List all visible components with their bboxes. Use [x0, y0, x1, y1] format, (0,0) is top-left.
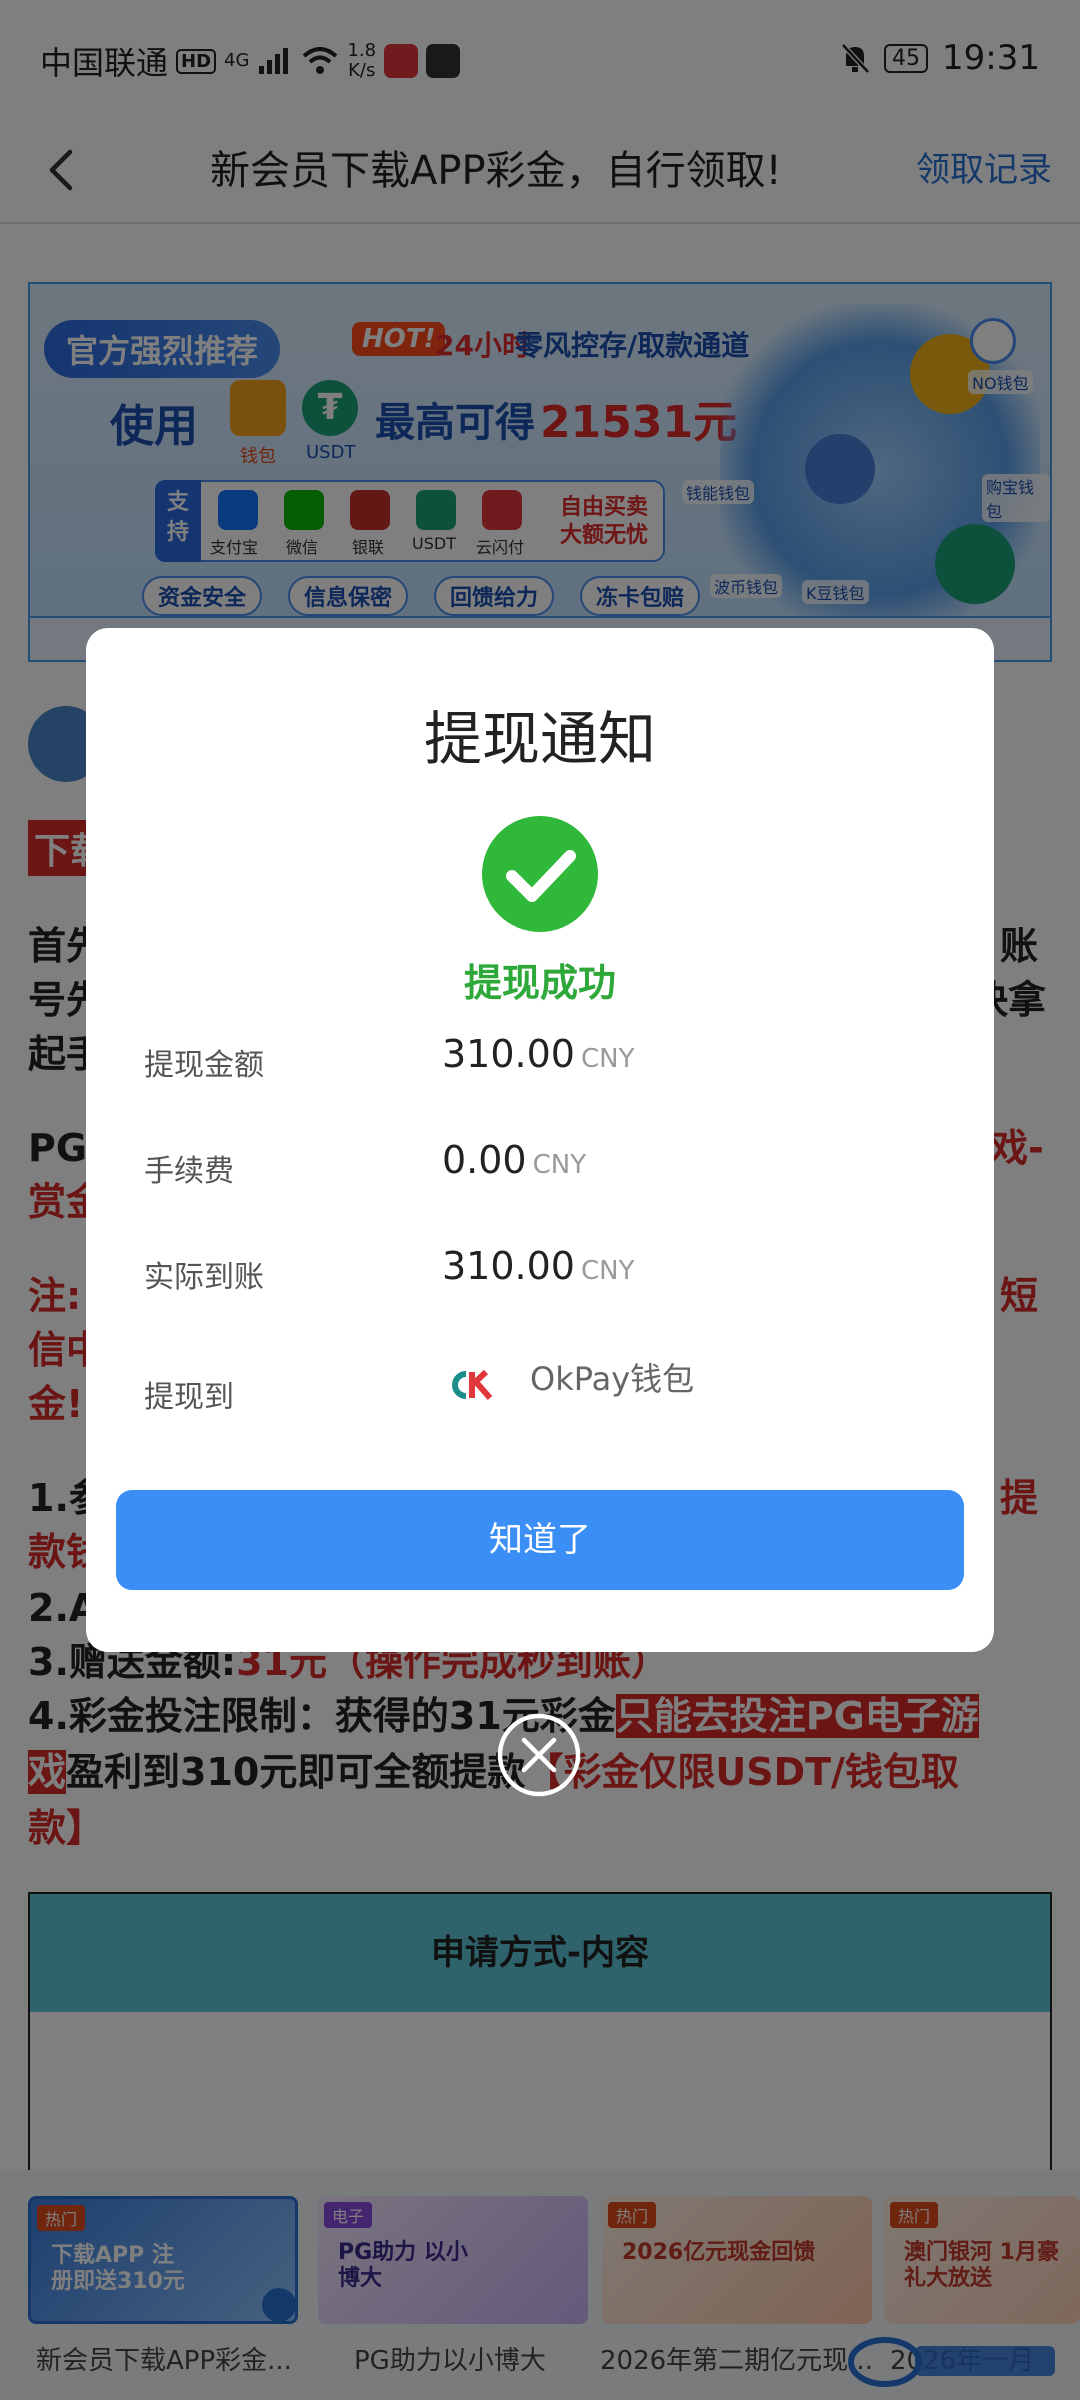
svg-text:OK: OK: [446, 1368, 448, 1369]
amount-label: 提现金额: [144, 1048, 264, 1083]
destination-label: 提现到: [144, 1380, 234, 1415]
okpay-logo-icon: OK: [446, 1368, 493, 1400]
received-number: 310.00: [442, 1244, 575, 1288]
success-check-icon: [482, 816, 598, 932]
fee-value: 0.00 CNY: [442, 1138, 586, 1182]
acknowledge-button[interactable]: 知道了: [116, 1490, 964, 1590]
fee-number: 0.00: [442, 1138, 527, 1182]
received-value: 310.00 CNY: [442, 1244, 634, 1288]
amount-number: 310.00: [442, 1032, 575, 1076]
fee-unit: CNY: [532, 1150, 587, 1180]
received-unit: CNY: [580, 1256, 635, 1286]
close-dialog-icon[interactable]: [496, 1712, 582, 1798]
withdraw-notice-dialog: 提现通知 提现成功 提现金额 310.00 CNY 手续费 0.00 CNY 实际到…: [86, 628, 994, 1652]
amount-unit: CNY: [580, 1044, 635, 1074]
destination-wallet-name: OkPay钱包: [530, 1360, 695, 1398]
received-label: 实际到账: [144, 1260, 264, 1295]
dialog-title: 提现通知: [423, 705, 656, 773]
success-status: 提现成功: [463, 961, 616, 1005]
fee-label: 手续费: [144, 1154, 234, 1189]
amount-value: 310.00 CNY: [442, 1032, 634, 1076]
